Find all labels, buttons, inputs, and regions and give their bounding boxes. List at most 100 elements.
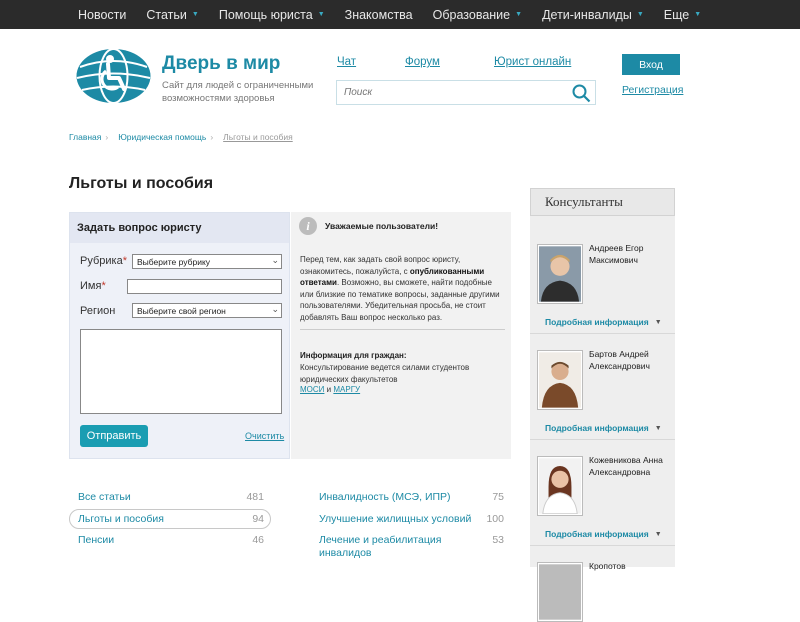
tagline: Сайт для людей с ограниченными возможнос…: [162, 80, 314, 104]
top-nav: Новости Статьи ▼ Помощь юриста ▼ Знакомств…: [0, 0, 800, 29]
divider: [300, 329, 505, 330]
nav-label: Знакомства: [344, 7, 413, 22]
notice-text: Перед тем, как задать свой вопрос юристу…: [300, 254, 505, 323]
category-link[interactable]: Улучшение жилищных условий: [319, 513, 471, 525]
rubric-select[interactable]: Выберите рубрику ⌄: [132, 254, 282, 269]
nav-label: Помощь юриста: [218, 7, 313, 22]
breadcrumb-current[interactable]: Льготы и пособия: [223, 132, 293, 142]
divider: [530, 439, 675, 440]
chevron-down-icon: ⌄: [271, 304, 279, 314]
question-textarea[interactable]: [80, 329, 282, 414]
category-count: 94: [252, 513, 264, 525]
ask-lawyer-form: Задать вопрос юристу Рубрика * Выберите р…: [69, 212, 290, 459]
nav-item-more[interactable]: Еще ▼: [654, 8, 711, 22]
category-count: 53: [492, 534, 504, 546]
rubric-row: Рубрика *: [80, 255, 127, 267]
university-links: МОСИ и МАРГУ: [300, 385, 360, 394]
margu-link[interactable]: МАРГУ: [333, 385, 360, 394]
more-info-link[interactable]: Подробная информация ▼: [545, 529, 662, 539]
consultant-name[interactable]: Бартов Андрей Александрович: [589, 349, 673, 372]
category-link[interactable]: Инвалидность (МСЭ, ИПР): [319, 491, 451, 503]
caret-down-icon: ▼: [191, 11, 199, 18]
category-count: 481: [246, 491, 264, 503]
breadcrumb-separator: ›: [105, 132, 109, 142]
caret-down-icon: ▼: [694, 11, 702, 18]
search-box: [336, 80, 596, 105]
region-label: Регион: [80, 305, 116, 317]
nav-label: Еще: [663, 7, 690, 22]
citizens-info-title: Информация для граждан:: [300, 351, 407, 360]
category-count: 46: [252, 534, 264, 546]
consultant-photo[interactable]: [537, 456, 583, 516]
required-mark: *: [122, 255, 127, 267]
nav-item-news[interactable]: Новости: [68, 8, 136, 22]
citizens-info-text: Консультирование ведется силами студенто…: [300, 363, 470, 384]
consultant-photo[interactable]: [537, 350, 583, 410]
region-row: Регион: [80, 305, 115, 317]
nav-label: Дети-инвалиды: [542, 7, 632, 22]
nav-item-dating[interactable]: Знакомства: [335, 8, 423, 22]
search-input[interactable]: [337, 81, 557, 104]
category-link[interactable]: Пенсии: [78, 534, 114, 546]
consultant-photo[interactable]: [537, 562, 583, 622]
forum-link[interactable]: Форум: [405, 56, 440, 68]
notice-title: Уважаемые пользователи!: [325, 221, 439, 231]
search-icon[interactable]: [571, 83, 591, 103]
form-title: Задать вопрос юристу: [70, 213, 289, 243]
consultant-name[interactable]: Кожевникова Анна Александровна: [589, 455, 673, 478]
category-link[interactable]: Все статьи: [78, 491, 131, 503]
required-mark: *: [101, 280, 106, 292]
nav-label: Образование: [432, 7, 511, 22]
more-info-label: Подробная информация: [545, 317, 649, 327]
nav-item-education[interactable]: Образование ▼: [423, 8, 532, 22]
conjunction: и: [326, 385, 332, 394]
caret-down-icon: ▼: [515, 11, 523, 18]
login-button[interactable]: Вход: [622, 54, 680, 75]
more-info-link[interactable]: Подробная информация ▼: [545, 317, 662, 327]
region-select[interactable]: Выберите свой регион ⌄: [132, 303, 282, 318]
breadcrumb: Главная › Юридическая помощь › Льготы и по…: [69, 132, 293, 142]
nav-item-articles[interactable]: Статьи ▼: [136, 8, 208, 22]
breadcrumb-section[interactable]: Юридическая помощь: [118, 132, 206, 142]
consultant-name[interactable]: Андреев Егор Максимович: [589, 243, 673, 266]
region-select-value: Выберите свой регион: [137, 305, 226, 316]
more-info-label: Подробная информация: [545, 529, 649, 539]
category-count: 75: [492, 491, 504, 503]
site-logo[interactable]: [74, 47, 153, 105]
divider: [530, 333, 675, 334]
name-input[interactable]: [127, 279, 282, 294]
breadcrumb-home[interactable]: Главная: [69, 132, 101, 142]
caret-down-icon: ▼: [654, 530, 662, 538]
nav-label: Статьи: [146, 7, 187, 22]
nav-label: Новости: [78, 7, 127, 22]
consultant-photo[interactable]: [537, 244, 583, 304]
chevron-down-icon: ⌄: [271, 255, 279, 265]
more-info-link[interactable]: Подробная информация ▼: [545, 423, 662, 433]
category-count: 100: [486, 513, 504, 525]
breadcrumb-separator: ›: [210, 132, 214, 142]
name-row: Имя *: [80, 280, 106, 292]
info-icon: i: [299, 217, 317, 235]
caret-down-icon: ▼: [654, 424, 662, 432]
consultants-title: Консультанты: [530, 188, 675, 216]
notice-panel: i Уважаемые пользователи! Перед тем, как…: [291, 212, 511, 459]
register-link[interactable]: Регистрация: [622, 84, 683, 96]
rubric-label: Рубрика: [80, 255, 123, 267]
page-title: Льготы и пособия: [69, 175, 214, 192]
divider: [530, 545, 675, 546]
rubric-select-value: Выберите рубрику: [137, 256, 211, 267]
category-link[interactable]: Лечение и реабилитация инвалидов: [319, 534, 459, 560]
chat-link[interactable]: Чат: [337, 56, 356, 68]
name-label: Имя: [80, 280, 102, 292]
caret-down-icon: ▼: [654, 318, 662, 326]
more-info-label: Подробная информация: [545, 423, 649, 433]
category-link[interactable]: Льготы и пособия: [78, 513, 164, 525]
brand-name[interactable]: Дверь в мир: [162, 53, 280, 75]
nav-item-lawyer-help[interactable]: Помощь юриста ▼: [209, 8, 335, 22]
lawyer-online-link[interactable]: Юрист онлайн: [494, 56, 571, 68]
submit-button[interactable]: Отправить: [80, 425, 148, 447]
mosi-link[interactable]: МОСИ: [300, 385, 324, 394]
caret-down-icon: ▼: [636, 11, 644, 18]
nav-item-disabled-children[interactable]: Дети-инвалиды ▼: [532, 8, 654, 22]
clear-link[interactable]: Очистить: [245, 431, 284, 441]
